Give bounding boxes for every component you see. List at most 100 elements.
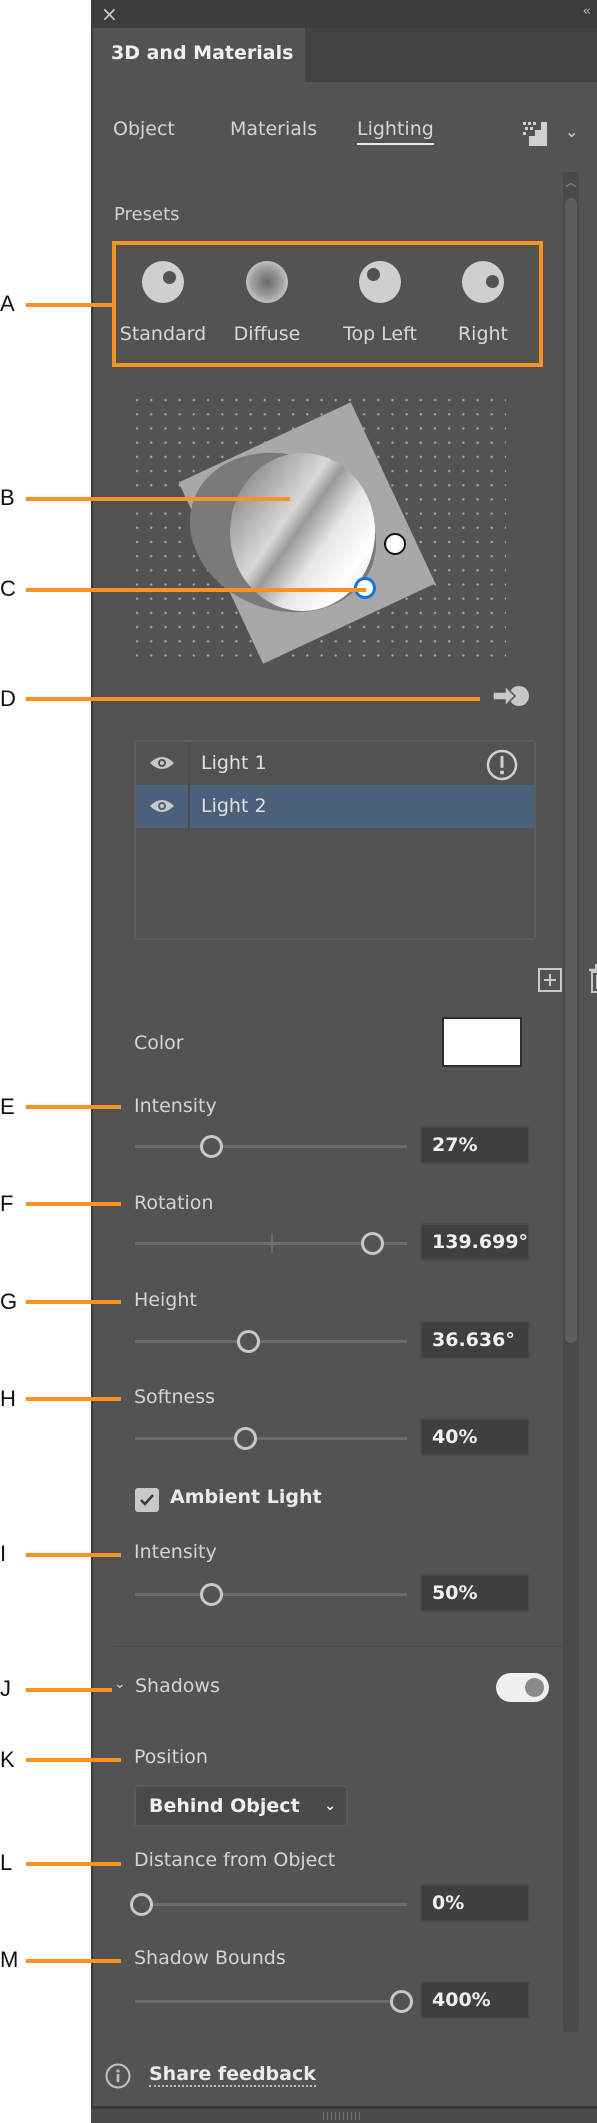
chevron-down-icon: ⌄ [324,1798,336,1814]
subtab-object[interactable]: Object [113,118,175,140]
callout-label-b: B [0,485,15,510]
shadows-section-label[interactable]: Shadows [135,1675,220,1697]
shadow-bounds-field[interactable]: 400% [420,1981,530,2019]
info-icon [105,2063,131,2089]
ambient-intensity-field[interactable]: 50% [420,1574,530,1612]
scroll-thumb[interactable] [565,198,577,1343]
shadows-toggle[interactable] [496,1673,549,1702]
intensity-field[interactable]: 27% [420,1126,530,1164]
ambient-intensity-label: Intensity [134,1541,217,1563]
slider-thumb[interactable] [130,1893,153,1916]
preset-label: Standard [119,323,207,345]
panel-tabbar: 3D and Materials [93,28,597,82]
height-field[interactable]: 36.636° [420,1321,530,1359]
shadows-chevron-icon[interactable]: ⌄ [114,1676,126,1692]
slider-track [135,1437,407,1440]
add-light-icon[interactable] [538,968,562,992]
scrollbar[interactable]: ︿ [563,172,579,2032]
callout-line-h [26,1397,121,1401]
close-icon[interactable]: × [101,2,118,26]
callout-line-m [26,1959,121,1963]
callout-line-a [26,303,114,307]
preset-top-left[interactable]: Top Left [335,261,425,345]
preset-diffuse[interactable]: Diffuse [222,261,312,345]
height-label: Height [134,1289,197,1311]
slider-thumb[interactable] [236,1330,260,1353]
resize-grip-icon[interactable] [323,2112,363,2120]
callout-label-f: F [0,1191,14,1216]
shadow-bounds-slider[interactable] [135,1989,413,2013]
ambient-light-label: Ambient Light [170,1486,322,1508]
distance-slider[interactable] [130,1892,407,1916]
light-row-separator [188,742,190,785]
slider-track [135,2000,407,2003]
slider-track [135,1340,407,1343]
rotation-label: Rotation [134,1192,214,1214]
panel-resize-bar[interactable] [91,2106,597,2123]
distance-field[interactable]: 0% [420,1884,530,1922]
callout-label-g: G [0,1289,18,1314]
softness-field[interactable]: 40% [420,1418,530,1456]
scroll-up-icon[interactable]: ︿ [563,172,579,192]
collapse-panel-icon[interactable]: ‹‹ [583,4,592,19]
shadow-bounds-label: Shadow Bounds [134,1947,286,1969]
intensity-slider[interactable] [135,1134,407,1158]
light-list-item-selected[interactable]: Light 2 [136,785,534,828]
eye-icon[interactable] [149,798,175,814]
dropdown-value: Behind Object [149,1795,300,1817]
preset-right[interactable]: Right [438,261,528,345]
slider-track [135,1145,407,1148]
preset-top-left-icon [359,261,401,303]
eye-icon[interactable] [149,755,175,771]
callout-label-h: H [0,1386,16,1411]
callout-line-d [26,697,480,701]
delete-light-icon[interactable] [588,964,597,994]
intensity-label: Intensity [134,1095,217,1117]
warning-icon[interactable] [486,749,518,781]
callout-label-l: L [0,1850,13,1875]
light-name: Light 1 [201,752,267,774]
callout-line-j [26,1688,112,1692]
ambient-light-checkbox[interactable] [135,1488,159,1512]
preset-diffuse-icon [246,261,288,303]
rotation-field[interactable]: 139.699° [420,1223,530,1261]
callout-label-d: D [0,686,16,711]
presets-label: Presets [114,204,180,225]
callout-line-b [26,497,290,501]
slider-thumb[interactable] [234,1427,257,1450]
panel-titlebar: × ‹‹ [93,0,597,28]
light-list-item[interactable]: Light 1 [136,742,534,785]
light-widget[interactable] [112,385,512,675]
render-with-ray-tracing-icon[interactable] [523,120,547,146]
move-light-behind-object-icon[interactable] [491,684,531,708]
callout-label-e: E [0,1094,15,1119]
3d-materials-panel: × ‹‹ 3D and Materials Object Materials L… [91,0,597,2123]
callout-label-m: M [0,1947,19,1972]
subtab-lighting[interactable]: Lighting [357,118,434,145]
ambient-intensity-slider[interactable] [135,1582,407,1606]
tab-3d-and-materials[interactable]: 3D and Materials [93,28,305,82]
section-divider [114,1646,564,1647]
light-color-swatch[interactable] [442,1017,522,1067]
render-options-chevron-icon[interactable]: ⌄ [565,122,578,141]
subtab-materials[interactable]: Materials [230,118,317,140]
subtab-bar: Object Materials Lighting ⌄ [93,110,597,150]
height-slider[interactable] [135,1329,407,1353]
light-1-handle[interactable] [384,533,406,555]
slider-thumb[interactable] [200,1583,224,1606]
callout-label-c: C [0,576,16,601]
callout-line-i [26,1553,121,1557]
rotation-slider[interactable] [135,1231,407,1255]
share-feedback-link[interactable]: Share feedback [149,2063,316,2087]
callout-line-k [26,1758,121,1762]
slider-thumb[interactable] [361,1232,385,1255]
preset-label: Diffuse [233,323,301,345]
softness-slider[interactable] [135,1426,407,1450]
preset-standard[interactable]: Standard [118,261,208,345]
callout-line-f [26,1202,121,1206]
slider-thumb[interactable] [200,1135,224,1158]
slider-thumb[interactable] [390,1990,413,2013]
shadow-position-dropdown[interactable]: Behind Object ⌄ [134,1785,348,1827]
preset-label: Right [457,323,509,345]
light-row-separator [188,785,190,828]
